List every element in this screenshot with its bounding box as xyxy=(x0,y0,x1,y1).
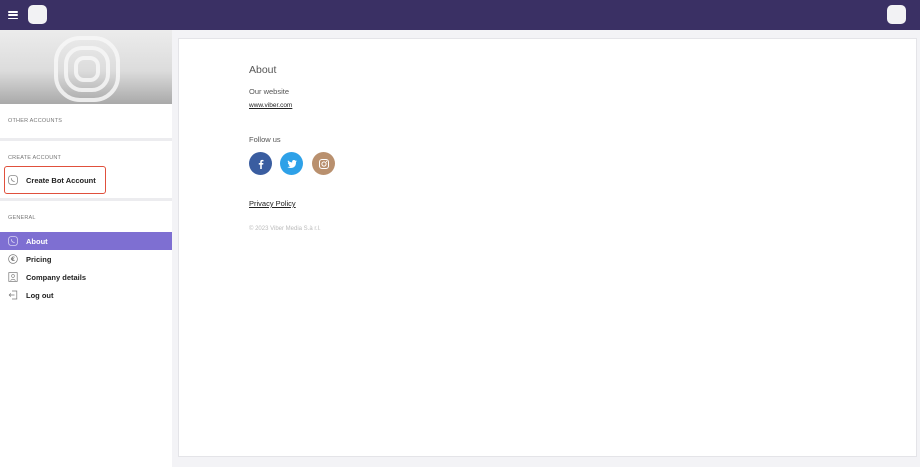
highlight-box xyxy=(4,166,106,194)
sidebar-item-label: Pricing xyxy=(26,254,52,264)
viber-icon xyxy=(8,236,18,246)
website-link[interactable]: www.viber.com xyxy=(249,102,292,109)
svg-text:€: € xyxy=(10,256,15,263)
sidebar-item-label: Log out xyxy=(26,290,54,300)
other-accounts-label: OTHER ACCOUNTS xyxy=(8,118,63,124)
top-bar xyxy=(0,0,920,30)
account-banner xyxy=(0,30,172,104)
follow-us-label: Follow us xyxy=(249,135,281,144)
twitter-button[interactable] xyxy=(280,152,303,175)
facebook-icon xyxy=(258,159,263,169)
sidebar-item-pricing[interactable]: € Pricing xyxy=(0,250,172,268)
privacy-policy-link[interactable]: Privacy Policy xyxy=(249,199,296,208)
sidebar-item-about[interactable]: About xyxy=(0,232,172,250)
page-title: About xyxy=(249,64,277,76)
account-avatar[interactable] xyxy=(887,5,906,24)
sidebar-divider xyxy=(0,138,172,141)
general-label: GENERAL xyxy=(8,215,36,221)
sidebar: OTHER ACCOUNTS CREATE ACCOUNT Create Bot… xyxy=(0,30,172,467)
building-icon xyxy=(8,272,18,282)
logout-icon xyxy=(8,290,18,300)
account-placeholder-icon xyxy=(54,36,120,102)
copyright-text: © 2023 Viber Media S.à r.l. xyxy=(249,226,321,232)
euro-icon: € xyxy=(8,254,18,264)
about-panel: About Our website www.viber.com Follow u… xyxy=(178,38,917,457)
app-logo-icon xyxy=(28,5,47,24)
sidebar-item-label: About xyxy=(26,236,48,246)
sidebar-item-log-out[interactable]: Log out xyxy=(0,286,172,304)
sidebar-item-label: Company details xyxy=(26,272,87,282)
instagram-icon xyxy=(318,158,329,169)
website-label: Our website xyxy=(249,87,290,96)
twitter-icon xyxy=(286,159,297,168)
hamburger-menu-icon[interactable] xyxy=(8,11,18,19)
instagram-button[interactable] xyxy=(312,152,335,175)
create-account-label: CREATE ACCOUNT xyxy=(8,155,62,161)
sidebar-item-company-details[interactable]: Company details xyxy=(0,268,172,286)
sidebar-divider xyxy=(0,198,172,201)
facebook-button[interactable] xyxy=(249,152,272,175)
